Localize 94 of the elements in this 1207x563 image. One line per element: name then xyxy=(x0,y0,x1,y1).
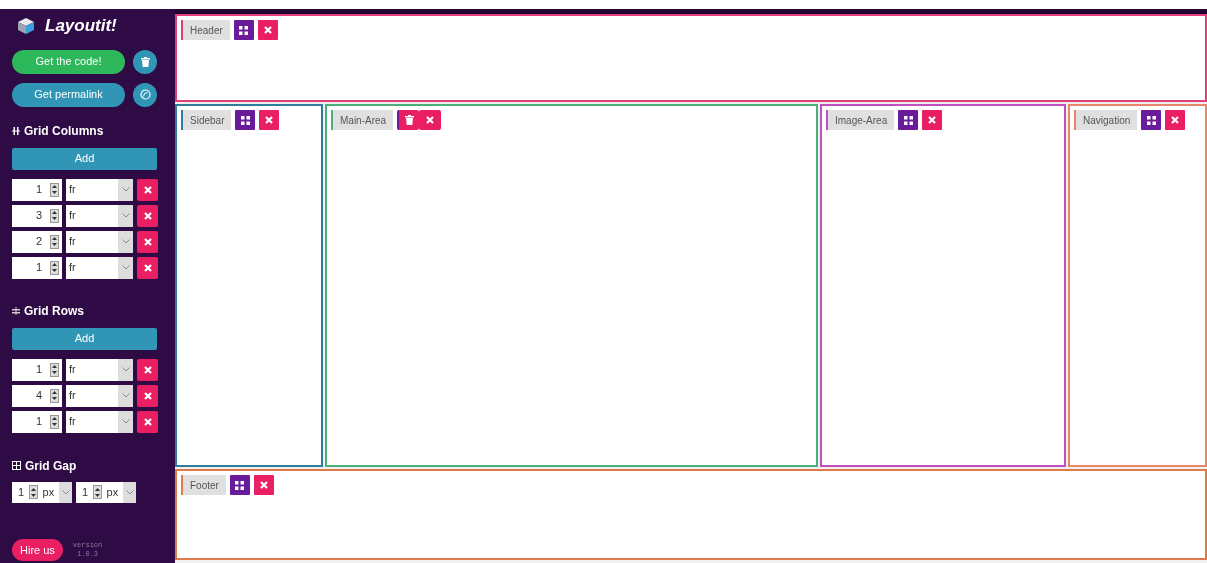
area-label[interactable]: Header xyxy=(181,20,230,40)
spinner-icon[interactable] xyxy=(50,182,59,197)
grid-icon xyxy=(1146,115,1156,125)
unit-select[interactable]: fr xyxy=(66,178,133,201)
unit-select[interactable]: fr xyxy=(66,410,133,433)
grid-area[interactable]: Main-Area xyxy=(325,104,818,467)
trash-icon xyxy=(140,56,150,67)
close-icon xyxy=(143,237,152,246)
close-icon xyxy=(143,185,152,194)
number-field[interactable]: 3 xyxy=(12,204,62,227)
close-icon xyxy=(1171,116,1180,124)
number-field[interactable]: 1 xyxy=(12,178,62,201)
trash-icon xyxy=(404,115,414,125)
spinner-icon[interactable] xyxy=(50,414,59,429)
remove-button[interactable] xyxy=(137,358,158,381)
grid-icon xyxy=(239,25,249,35)
spinner-icon[interactable] xyxy=(50,208,59,223)
number-field[interactable]: 1 xyxy=(12,358,62,381)
caret-icon xyxy=(121,187,130,192)
section-title: Grid Gap xyxy=(25,457,77,475)
remove-button[interactable] xyxy=(137,230,158,253)
number-field[interactable]: 1 xyxy=(12,256,62,279)
unit-select[interactable]: fr xyxy=(66,256,133,279)
spinner-icon[interactable] xyxy=(50,388,59,403)
grid-button[interactable] xyxy=(1141,110,1162,130)
grid-button[interactable] xyxy=(898,110,919,130)
section-title: Grid Rows xyxy=(24,302,84,320)
caret-icon xyxy=(121,213,130,218)
number-field[interactable]: 2 xyxy=(12,230,62,253)
area-label[interactable]: Navigation xyxy=(1074,110,1138,130)
app-logo: Layoutit! xyxy=(45,15,117,37)
caret-icon xyxy=(121,393,130,398)
close-icon xyxy=(263,26,272,34)
cube-icon xyxy=(17,16,35,35)
permalink-button[interactable]: Get permalink xyxy=(12,82,125,107)
trash-button[interactable] xyxy=(133,49,157,74)
close-icon xyxy=(259,481,268,489)
area-label[interactable]: Footer xyxy=(181,475,226,495)
grid-icon xyxy=(235,480,245,490)
remove-button[interactable] xyxy=(137,256,158,279)
area-label[interactable]: Main-Area xyxy=(331,110,394,130)
spinner-icon[interactable] xyxy=(29,485,38,499)
hire-us-button[interactable]: Hire us xyxy=(12,539,63,561)
close-icon xyxy=(143,365,152,374)
add-button[interactable]: Add xyxy=(12,147,157,170)
remove-button[interactable] xyxy=(137,204,158,227)
unit-select[interactable]: fr xyxy=(66,384,133,407)
section-title: Grid Columns xyxy=(24,122,104,140)
grid-button[interactable] xyxy=(233,20,254,40)
close-icon xyxy=(928,116,937,124)
spinner-icon[interactable] xyxy=(50,362,59,377)
caret-icon xyxy=(61,489,70,495)
close-icon xyxy=(143,417,152,426)
grid-icon xyxy=(903,115,913,125)
caret-icon xyxy=(121,265,130,270)
spinner-icon[interactable] xyxy=(50,234,59,249)
columns-icon xyxy=(12,126,20,135)
gap-field[interactable]: 1 px xyxy=(12,481,72,503)
delete-button[interactable] xyxy=(397,110,420,130)
unit-select[interactable]: fr xyxy=(66,230,133,253)
grid-button[interactable] xyxy=(235,110,256,130)
area-label[interactable]: Sidebar xyxy=(181,110,232,130)
grid-area[interactable]: Footer xyxy=(175,469,1207,560)
unit-select[interactable]: fr xyxy=(66,204,133,227)
grid-icon xyxy=(240,115,250,125)
caret-icon xyxy=(125,489,134,495)
close-icon xyxy=(143,263,152,272)
grid-area[interactable]: Navigation xyxy=(1068,104,1207,467)
compass-icon xyxy=(139,89,151,100)
remove-button[interactable] xyxy=(137,178,158,201)
grid-gap-icon xyxy=(12,461,21,470)
number-field[interactable]: 4 xyxy=(12,384,62,407)
close-icon xyxy=(143,211,152,220)
close-icon xyxy=(143,391,152,400)
gap-field[interactable]: 1 px xyxy=(76,481,136,503)
spinner-icon[interactable] xyxy=(50,260,59,275)
unit-select[interactable]: fr xyxy=(66,358,133,381)
remove-button[interactable] xyxy=(137,384,158,407)
caret-icon xyxy=(121,367,130,372)
caret-icon xyxy=(121,419,130,424)
number-field[interactable]: 1 xyxy=(12,410,62,433)
add-button[interactable]: Add xyxy=(12,327,157,350)
caret-icon xyxy=(121,239,130,244)
spinner-icon[interactable] xyxy=(93,485,102,499)
grid-area[interactable]: Image-Area xyxy=(820,104,1066,467)
grid-area[interactable]: Header xyxy=(175,14,1207,102)
area-label[interactable]: Image-Area xyxy=(826,110,895,130)
grid-button[interactable] xyxy=(229,475,250,495)
close-icon xyxy=(265,116,274,124)
rows-icon xyxy=(12,306,20,315)
close-icon xyxy=(426,116,435,124)
compass-button[interactable] xyxy=(133,82,157,107)
grid-area[interactable]: Sidebar xyxy=(175,104,323,467)
remove-button[interactable] xyxy=(137,410,158,433)
